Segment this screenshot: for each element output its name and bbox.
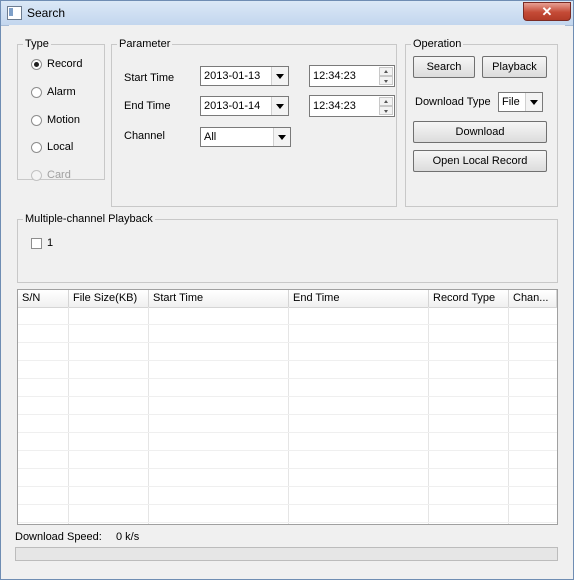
start-date-picker[interactable]: 2013-01-13 <box>200 66 289 86</box>
channel-1-checkbox[interactable] <box>31 238 42 249</box>
dialog-body: Type Record Alarm Motion Local Card Para… <box>9 25 565 573</box>
local-radio[interactable] <box>31 142 42 153</box>
window-title: Search <box>27 6 66 20</box>
column-header-channel[interactable]: Chan... <box>509 290 557 307</box>
channel-value: All <box>204 131 217 143</box>
download-type-label: Download Type <box>415 96 491 108</box>
parameter-legend: Parameter <box>119 38 171 50</box>
column-header-start-time[interactable]: Start Time <box>149 290 289 307</box>
alarm-radio-label[interactable]: Alarm <box>47 86 76 98</box>
results-table[interactable]: S/N File Size(KB) Start Time End Time Re… <box>17 289 558 525</box>
operation-legend: Operation <box>413 38 462 50</box>
playback-button[interactable]: Playback <box>482 56 547 78</box>
table-header: S/N File Size(KB) Start Time End Time Re… <box>18 290 557 308</box>
download-progress-bar <box>15 547 558 561</box>
start-time-spinner[interactable]: 12:34:23 <box>309 65 395 87</box>
spin-down-icon[interactable] <box>379 106 393 115</box>
alarm-radio[interactable] <box>31 87 42 98</box>
table-row[interactable] <box>18 307 557 325</box>
column-header-sn[interactable]: S/N <box>18 290 69 307</box>
table-row[interactable] <box>18 451 557 469</box>
search-button[interactable]: Search <box>413 56 475 78</box>
table-row[interactable] <box>18 397 557 415</box>
title-bar[interactable]: Search ✕ <box>1 1 573 26</box>
spin-down-icon[interactable] <box>379 76 393 85</box>
table-row[interactable] <box>18 379 557 397</box>
table-row[interactable] <box>18 415 557 433</box>
search-window: Search ✕ Type Record Alarm Motion Local … <box>0 0 574 580</box>
motion-radio[interactable] <box>31 115 42 126</box>
spin-up-icon[interactable] <box>379 97 393 106</box>
record-radio-label[interactable]: Record <box>47 58 82 70</box>
download-speed-label: Download Speed: <box>15 531 102 543</box>
card-radio-label: Card <box>47 169 71 181</box>
table-row[interactable] <box>18 469 557 487</box>
channel-1-label[interactable]: 1 <box>47 237 53 249</box>
motion-radio-label[interactable]: Motion <box>47 114 80 126</box>
record-radio[interactable] <box>31 59 42 70</box>
table-row[interactable] <box>18 343 557 361</box>
multi-channel-legend: Multiple-channel Playback <box>25 213 153 225</box>
type-legend: Type <box>25 38 49 50</box>
channel-select[interactable]: All <box>200 127 291 147</box>
download-type-select[interactable]: File <box>498 92 543 112</box>
end-time-spinner[interactable]: 12:34:23 <box>309 95 395 117</box>
chevron-down-icon[interactable] <box>273 128 290 146</box>
end-date-value: 2013-01-14 <box>204 100 261 112</box>
column-header-file-size[interactable]: File Size(KB) <box>69 290 149 307</box>
local-radio-label[interactable]: Local <box>47 141 73 153</box>
table-row[interactable] <box>18 505 557 523</box>
chevron-down-icon[interactable] <box>271 67 288 85</box>
table-row[interactable] <box>18 325 557 343</box>
end-time-value: 12:34:23 <box>313 100 356 112</box>
start-time-value: 12:34:23 <box>313 70 356 82</box>
chevron-down-icon[interactable] <box>271 97 288 115</box>
chevron-down-icon[interactable] <box>525 93 542 111</box>
close-button[interactable]: ✕ <box>523 2 571 21</box>
open-local-record-button[interactable]: Open Local Record <box>413 150 547 172</box>
end-date-picker[interactable]: 2013-01-14 <box>200 96 289 116</box>
window-icon <box>7 6 22 20</box>
card-radio <box>31 170 42 181</box>
end-time-label: End Time <box>124 100 171 112</box>
download-speed-value: 0 k/s <box>116 531 140 543</box>
start-time-label: Start Time <box>124 72 175 84</box>
download-type-value: File <box>502 96 520 108</box>
table-row[interactable] <box>18 487 557 505</box>
start-date-value: 2013-01-13 <box>204 70 261 82</box>
column-header-end-time[interactable]: End Time <box>289 290 429 307</box>
spin-up-icon[interactable] <box>379 67 393 76</box>
table-row[interactable] <box>18 433 557 451</box>
channel-label: Channel <box>124 130 165 142</box>
download-button[interactable]: Download <box>413 121 547 143</box>
column-header-record-type[interactable]: Record Type <box>429 290 509 307</box>
table-row[interactable] <box>18 361 557 379</box>
multi-channel-group: Multiple-channel Playback <box>17 213 558 283</box>
parameter-group: Parameter <box>111 38 397 207</box>
